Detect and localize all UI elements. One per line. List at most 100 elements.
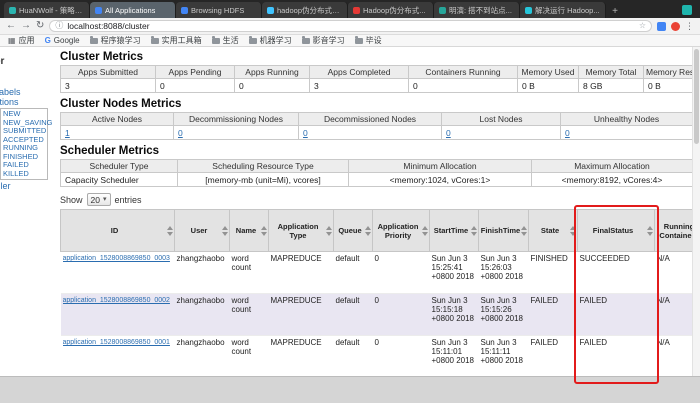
metric-header-row: Active Nodes Decommissioning Nodes Decommi… bbox=[60, 112, 693, 126]
metric-header: Decommissioning Nodes bbox=[173, 112, 299, 126]
metric-header-row: Apps Submitted Apps Pending Apps Running Ap… bbox=[60, 65, 693, 79]
node-count-link[interactable]: 0 bbox=[303, 128, 308, 138]
tab-label: Hadoop伪分布式... bbox=[363, 5, 426, 15]
metric-header: Scheduler Type bbox=[60, 159, 178, 173]
metric-value: Capacity Scheduler bbox=[60, 172, 178, 187]
column-header[interactable]: FinishTime bbox=[478, 209, 529, 252]
bookmark-item[interactable]: 影音学习 bbox=[301, 35, 345, 46]
node-count-link[interactable]: 0 bbox=[178, 128, 183, 138]
tab-favicon bbox=[439, 6, 446, 14]
metric-header: Maximum Allocation bbox=[531, 159, 693, 173]
site-info-icon[interactable]: ⓘ bbox=[55, 22, 63, 30]
browser-tab[interactable]: Hadoop伪分布式... bbox=[348, 2, 434, 18]
bookmark-item[interactable]: 生活 bbox=[211, 35, 239, 46]
cell: MAPREDUCE bbox=[268, 293, 334, 336]
app-link[interactable]: application_1528008869850_0002 bbox=[63, 296, 170, 305]
cell: word count bbox=[229, 293, 269, 336]
cell: zhangzhaobo bbox=[174, 293, 230, 336]
forward-icon[interactable]: → bbox=[21, 21, 31, 31]
column-header[interactable]: Application Type bbox=[268, 209, 334, 252]
app-link[interactable]: application_1528008869850_0003 bbox=[63, 254, 170, 263]
browser-tab[interactable]: All Applications bbox=[90, 2, 176, 18]
cell: 0 bbox=[372, 335, 430, 376]
metric-header: Apps Pending bbox=[155, 65, 235, 79]
metric-value: 0 bbox=[298, 125, 442, 140]
column-header[interactable]: Application Priority bbox=[372, 209, 430, 252]
table-row: application_1528008869850_0002 zhangzhaob… bbox=[60, 293, 700, 336]
metric-value: 0 bbox=[441, 125, 561, 140]
scrollbar[interactable] bbox=[692, 47, 700, 376]
header-row: ID User Name Application Type Queue Applicati… bbox=[60, 209, 700, 252]
browser-tab[interactable]: Browsing HDFS bbox=[176, 2, 262, 18]
bookmark-item[interactable]: 实用工具箱 bbox=[150, 35, 202, 46]
url-text[interactable]: localhost:8088/cluster bbox=[67, 22, 149, 31]
new-tab-button[interactable]: + bbox=[606, 4, 624, 18]
section-title-scheduler-metrics: Scheduler Metrics bbox=[60, 145, 160, 157]
bookmark-item[interactable]: G Google bbox=[45, 36, 80, 45]
bookmark-item[interactable]: 程序猿学习 bbox=[89, 35, 141, 46]
tab-strip: HuaNWolf - 策略·简文章 All Applications Browsin… bbox=[0, 0, 700, 18]
sidebar-link[interactable]: Applications bbox=[0, 97, 54, 107]
column-header[interactable]: Name bbox=[229, 209, 269, 252]
apps-label: 应用 bbox=[18, 36, 35, 45]
column-label: FinalStatus bbox=[592, 226, 634, 235]
extension-icon-red[interactable] bbox=[671, 21, 680, 31]
column-label: Queue bbox=[338, 226, 362, 235]
back-icon[interactable]: ← bbox=[6, 21, 16, 31]
bookmark-label: 生活 bbox=[222, 36, 239, 45]
column-header[interactable]: User bbox=[174, 209, 230, 252]
bookmark-label: 程序猿学习 bbox=[100, 36, 141, 45]
column-header[interactable]: Queue bbox=[333, 209, 373, 252]
bookmark-label: Google bbox=[53, 36, 80, 45]
cluster-nodes-metrics-table: Active Nodes Decommissioning Nodes Decommi… bbox=[60, 112, 693, 140]
column-header[interactable]: State bbox=[528, 209, 578, 252]
cell: application_1528008869850_0002 bbox=[60, 293, 175, 336]
bookmark-label: 实用工具箱 bbox=[161, 36, 202, 45]
app-link[interactable]: application_1528008869850_0001 bbox=[63, 338, 170, 347]
show-label: Show bbox=[60, 194, 83, 205]
bookmark-star-icon[interactable]: ☆ bbox=[639, 22, 646, 30]
apps-shortcut[interactable]: ▦ 应用 bbox=[8, 35, 35, 46]
browser-tab[interactable]: hadoop伪分布式配... bbox=[262, 2, 348, 18]
node-count-link[interactable]: 1 bbox=[65, 128, 70, 138]
metric-header-row: Scheduler Type Scheduling Resource Type Mi… bbox=[60, 159, 693, 173]
metric-value-row: 1 0 0 0 0 bbox=[60, 125, 693, 140]
sidebar-section-cluster: Cluster bbox=[0, 56, 5, 67]
folder-icon bbox=[354, 35, 363, 44]
browser-tab[interactable]: 解决运行 Hadoop... bbox=[520, 2, 606, 18]
browser-menu-icon[interactable]: ⋮ bbox=[685, 21, 694, 31]
tab-label: HuaNWolf - 策略·简文章 bbox=[19, 5, 84, 15]
metric-header: Scheduling Resource Type bbox=[177, 159, 349, 173]
tab-label: 明演: 搭不到站点... bbox=[449, 5, 512, 15]
metric-value: 3 bbox=[309, 78, 409, 93]
node-count-link[interactable]: 0 bbox=[565, 128, 570, 138]
extension-icon-blue[interactable] bbox=[657, 21, 666, 31]
sidebar-link[interactable]: Scheduler bbox=[0, 181, 54, 191]
tab-label: All Applications bbox=[105, 5, 156, 15]
tab-favicon bbox=[267, 6, 274, 14]
reload-icon[interactable]: ↻ bbox=[36, 21, 44, 31]
node-count-link[interactable]: 0 bbox=[446, 128, 451, 138]
column-header[interactable]: FinalStatus bbox=[577, 209, 655, 252]
cell: Sun Jun 3 15:15:26 +0800 2018 bbox=[478, 293, 529, 336]
sidebar-link[interactable]: About bbox=[0, 67, 54, 77]
column-header[interactable]: StartTime bbox=[429, 209, 479, 252]
sort-icon bbox=[647, 225, 653, 236]
bookmark-item[interactable]: 机器学习 bbox=[248, 35, 292, 46]
browser-tab[interactable]: 明演: 搭不到站点... bbox=[434, 2, 520, 18]
column-header[interactable]: ID bbox=[60, 209, 175, 252]
scheduler-metrics-table: Scheduler Type Scheduling Resource Type Mi… bbox=[60, 159, 693, 187]
sidebar-link[interactable]: Nodes bbox=[0, 77, 54, 87]
sidebar-link[interactable]: Node Labels bbox=[0, 87, 54, 97]
address-bar[interactable]: ⓘ localhost:8088/cluster ☆ bbox=[49, 20, 652, 32]
scrollbar-thumb[interactable] bbox=[694, 49, 699, 144]
page-size-select[interactable]: 20 ▾ bbox=[86, 193, 111, 206]
sidebar-app-states: NEW NEW_SAVING SUBMITTED ACCEPTED RUNNING FIN… bbox=[0, 108, 52, 180]
pinned-tab-icon[interactable] bbox=[682, 5, 692, 15]
sidebar-state-link[interactable]: KILLED bbox=[3, 169, 45, 179]
tab-label: 解决运行 Hadoop... bbox=[535, 5, 600, 15]
browser-tab[interactable]: HuaNWolf - 策略·简文章 bbox=[4, 2, 90, 18]
tab-list: HuaNWolf - 策略·简文章 All Applications Browsin… bbox=[4, 2, 606, 18]
sort-icon bbox=[326, 225, 332, 236]
bookmark-item[interactable]: 毕设 bbox=[354, 35, 382, 46]
